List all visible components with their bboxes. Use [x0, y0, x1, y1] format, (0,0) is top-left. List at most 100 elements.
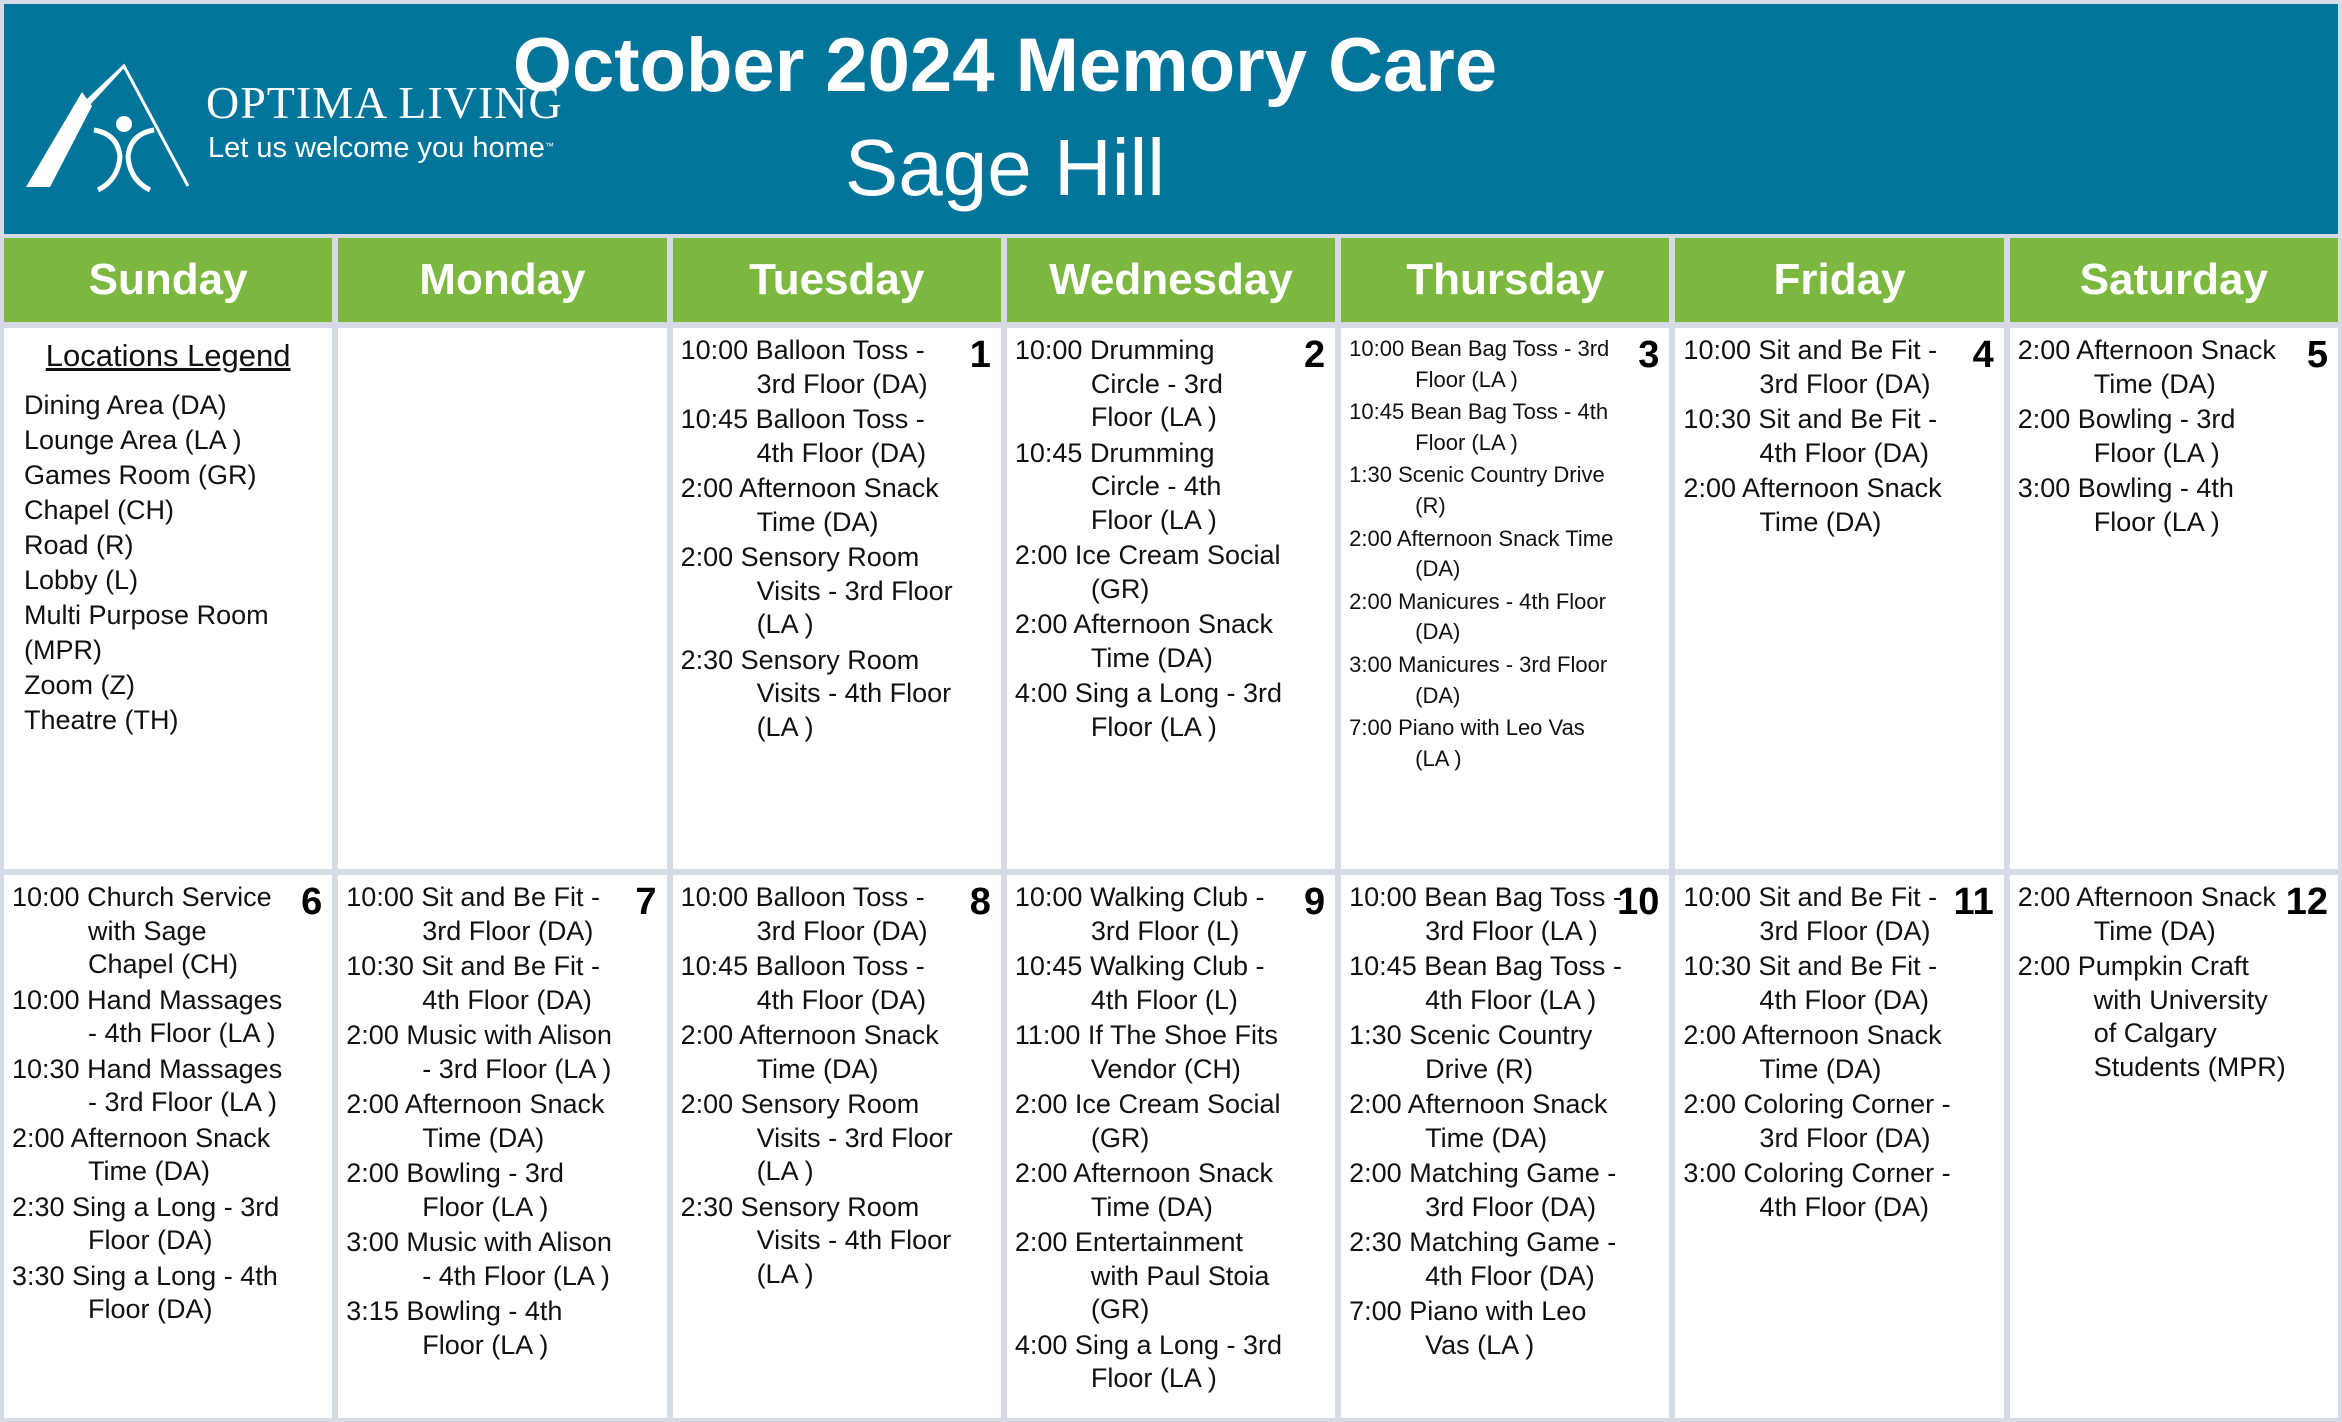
- event-title: Sit and Be Fit - 4th Floor (DA): [1758, 404, 1938, 468]
- event-time: 2:00: [680, 473, 734, 503]
- day-number: 9: [1304, 881, 1326, 923]
- event-item: 3:15 Bowling - 4th Floor (LA ): [346, 1295, 658, 1362]
- event-time: 10:45: [1349, 951, 1417, 981]
- event-list: 10:00 Balloon Toss - 3rd Floor (DA) 10:45…: [681, 881, 993, 1291]
- event-time: 10:00: [680, 335, 749, 365]
- event-item: 10:45 Drumming Circle - 4th Floor (LA ): [1015, 437, 1327, 538]
- locations-legend: Locations Legend Dining Area (DA) Lounge A…: [4, 328, 333, 869]
- event-title: Afternoon Snack Time (DA): [1396, 525, 1614, 582]
- event-item: 2:00 Afternoon Snack Time (DA): [1349, 524, 1661, 585]
- day-cell-empty: [338, 328, 667, 869]
- event-time: 7:00: [1349, 1296, 1402, 1326]
- day-header-saturday: Saturday: [2009, 238, 2338, 322]
- event-item: 2:00 Afternoon Snack Time (DA): [1349, 1088, 1661, 1155]
- event-time: 2:00: [1349, 1089, 1402, 1119]
- event-item: 2:00 Afternoon Snack Time (DA): [1683, 1019, 1995, 1086]
- event-title: Ice Cream Social (GR): [1074, 540, 1281, 604]
- event-title: Sit and Be Fit - 4th Floor (DA): [421, 951, 600, 1015]
- event-title: Drumming Circle - 3rd Floor (LA ): [1089, 335, 1223, 432]
- day-header-sunday: Sunday: [4, 238, 333, 322]
- legend-item: Chapel (CH): [24, 495, 175, 525]
- event-title: Sit and Be Fit - 3rd Floor (DA): [1758, 882, 1938, 946]
- event-time: 10:00: [12, 882, 80, 912]
- day-number: 12: [2285, 881, 2328, 923]
- event-title: Bean Bag Toss - 3rd Floor (LA ): [1410, 336, 1610, 392]
- event-item: 2:00 Afternoon Snack Time (DA): [1015, 608, 1327, 675]
- event-time: 10:45: [1014, 437, 1083, 468]
- day-cell-12: 12 2:00 Afternoon Snack Time (DA) 2:00 Pum…: [2009, 875, 2338, 1418]
- day-cell-5: 5 2:00 Afternoon Snack Time (DA) 2:00 Bowl…: [2009, 328, 2338, 869]
- event-title: Scenic Country Drive (R): [1409, 1020, 1593, 1084]
- event-list: 10:00 Drumming Circle - 3rd Floor (LA ) 1…: [1015, 334, 1327, 744]
- day-cell-7: 7 10:00 Sit and Be Fit - 3rd Floor (DA) 10…: [338, 875, 667, 1418]
- event-item: 2:00 Bowling - 3rd Floor (LA ): [346, 1157, 658, 1224]
- event-item: 3:00 Bowling - 4th Floor (LA ): [2018, 472, 2330, 539]
- event-title: Sing a Long - 3rd Floor (LA ): [1074, 678, 1283, 742]
- event-title: Balloon Toss - 4th Floor (DA): [755, 951, 927, 1015]
- day-cell-10: 10 10:00 Bean Bag Toss - 3rd Floor (LA ) 1…: [1341, 875, 1670, 1418]
- event-title: Music with Alison - 3rd Floor (LA ): [406, 1020, 612, 1084]
- event-item: 7:00 Piano with Leo Vas (LA ): [1349, 1295, 1661, 1362]
- event-title: Coloring Corner - 3rd Floor (DA): [1743, 1089, 1951, 1153]
- event-item: 10:00 Drumming Circle - 3rd Floor (LA ): [1015, 334, 1327, 435]
- event-item: 2:00 Pumpkin Craft with University of Ca…: [2018, 950, 2330, 1084]
- event-item: 2:00 Afternoon Snack Time (DA): [1683, 472, 1995, 539]
- event-list: 2:00 Afternoon Snack Time (DA) 2:00 Bowli…: [2018, 334, 2330, 539]
- event-item: 10:00 Church Service with Sage Chapel (C…: [12, 881, 324, 982]
- event-time: 2:00: [1014, 609, 1068, 639]
- event-time: 10:00: [1683, 882, 1751, 912]
- event-title: Sensory Room Visits - 3rd Floor (LA ): [740, 1089, 953, 1186]
- event-item: 11:00 If The Shoe Fits Vendor (CH): [1015, 1019, 1327, 1086]
- event-title: Ice Cream Social (GR): [1074, 1089, 1281, 1153]
- event-item: 2:00 Bowling - 3rd Floor (LA ): [2018, 403, 2330, 470]
- day-cell-9: 9 10:00 Walking Club - 3rd Floor (L) 10:45…: [1006, 875, 1336, 1418]
- event-item: 10:30 Sit and Be Fit - 4th Floor (DA): [346, 950, 658, 1017]
- event-time: 10:00: [1349, 336, 1405, 361]
- event-item: 2:00 Sensory Room Visits - 3rd Floor (LA…: [681, 541, 993, 642]
- event-time: 2:00: [346, 1158, 399, 1188]
- event-time: 2:00: [2017, 951, 2071, 981]
- event-item: 10:00 Hand Massages - 4th Floor (LA ): [12, 984, 324, 1051]
- event-item: 10:00 Sit and Be Fit - 3rd Floor (DA): [346, 881, 658, 948]
- legend-title: Locations Legend: [45, 338, 291, 373]
- event-time: 2:30: [12, 1191, 65, 1222]
- event-item: 2:00 Ice Cream Social (GR): [1015, 539, 1327, 606]
- legend-item: Games Room (GR): [24, 460, 257, 490]
- event-item: 10:30 Hand Massages - 3rd Floor (LA ): [12, 1053, 324, 1120]
- event-item: 2:00 Afternoon Snack Time (DA): [346, 1088, 658, 1155]
- legend-item: Zoom (Z): [24, 670, 135, 700]
- event-time: 2:00: [1349, 588, 1392, 614]
- calendar-grid: Sunday Monday Tuesday Wednesday Thursday Frid…: [4, 238, 2338, 1418]
- event-item: 2:00 Ice Cream Social (GR): [1015, 1088, 1327, 1155]
- event-title: Sensory Room Visits - 3rd Floor (LA ): [740, 542, 953, 639]
- event-title: Afternoon Snack Time (DA): [1073, 609, 1274, 673]
- event-title: Afternoon Snack Time (DA): [739, 473, 939, 537]
- event-time: 2:00: [680, 1089, 734, 1119]
- legend-item: Lobby (L): [24, 565, 139, 595]
- event-item: 10:00 Sit and Be Fit - 3rd Floor (DA): [1683, 334, 1995, 401]
- event-time: 2:00: [1014, 1227, 1068, 1257]
- day-number: 6: [301, 881, 323, 923]
- event-time: 10:00: [1014, 882, 1083, 912]
- event-time: 4:00: [1014, 678, 1068, 708]
- event-item: 2:00 Music with Alison - 3rd Floor (LA ): [346, 1019, 658, 1086]
- event-item: 2:00 Manicures - 4th Floor (DA): [1349, 587, 1661, 648]
- event-title: Afternoon Snack Time (DA): [1742, 1020, 1942, 1084]
- event-title: Piano with Leo Vas (LA ): [1398, 715, 1585, 771]
- event-item: 3:00 Music with Alison - 4th Floor (LA ): [346, 1226, 658, 1293]
- page-title: October 2024 Memory Care: [4, 22, 2338, 109]
- event-time: 2:30: [680, 644, 734, 675]
- event-item: 10:00 Bean Bag Toss - 3rd Floor (LA ): [1349, 334, 1661, 395]
- day-number: 1: [969, 334, 991, 376]
- event-item: 3:00 Coloring Corner - 4th Floor (DA): [1683, 1157, 1995, 1224]
- day-cell-8: 8 10:00 Balloon Toss - 3rd Floor (DA) 10:4…: [672, 875, 1001, 1418]
- event-item: 10:00 Balloon Toss - 3rd Floor (DA): [681, 334, 993, 401]
- event-time: 2:00: [2017, 404, 2071, 434]
- day-header-thursday: Thursday: [1341, 238, 1670, 322]
- day-number: 2: [1304, 334, 1326, 376]
- event-title: Sit and Be Fit - 4th Floor (DA): [1758, 951, 1938, 1015]
- day-cell-4: 4 10:00 Sit and Be Fit - 3rd Floor (DA) 10…: [1675, 328, 2004, 869]
- event-time: 1:30: [1349, 462, 1392, 488]
- event-title: Drumming Circle - 4th Floor (LA ): [1089, 437, 1222, 535]
- day-number: 3: [1638, 334, 1660, 376]
